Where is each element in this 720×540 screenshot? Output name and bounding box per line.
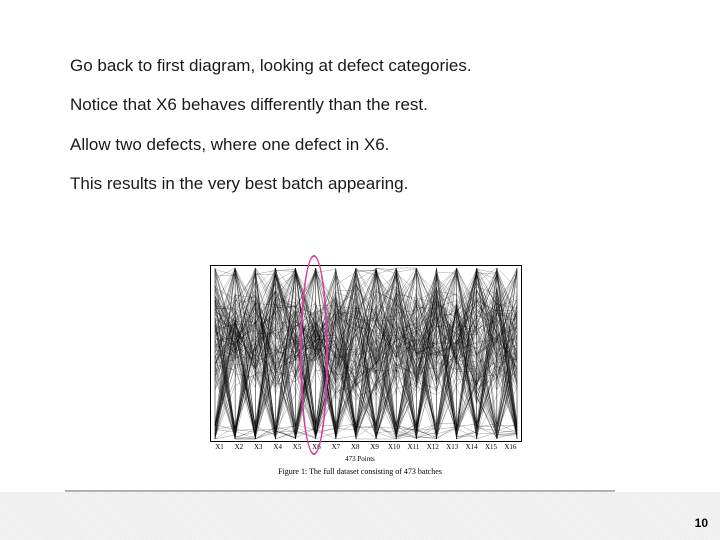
slide: Go back to first diagram, looking at def…	[0, 0, 720, 540]
axis-tick-label: X1	[210, 443, 229, 455]
axis-tick-label: X3	[249, 443, 268, 455]
footer-background	[0, 492, 720, 540]
axis-tick-label: X14	[462, 443, 481, 455]
axis-labels: X1X2X3X4X5X6X7X8X9X10X11X12X13X14X15X16	[210, 443, 520, 455]
axis-tick-label: X2	[229, 443, 248, 455]
axis-tick-label: X10	[385, 443, 404, 455]
paragraph-4: This results in the very best batch appe…	[70, 173, 650, 194]
paragraph-2: Notice that X6 behaves differently than …	[70, 94, 650, 115]
axis-tick-label: X9	[365, 443, 384, 455]
axis-tick-label: X8	[346, 443, 365, 455]
paragraph-1: Go back to first diagram, looking at def…	[70, 55, 650, 76]
axis-tick-label: X11	[404, 443, 423, 455]
axis-tick-label: X4	[268, 443, 287, 455]
highlight-oval	[300, 255, 328, 455]
paragraph-3: Allow two defects, where one defect in X…	[70, 134, 650, 155]
content-block: Go back to first diagram, looking at def…	[0, 0, 720, 194]
axis-tick-label: X15	[481, 443, 500, 455]
axis-tick-label: X12	[423, 443, 442, 455]
axis-tick-label: X7	[326, 443, 345, 455]
parallel-lines-svg	[211, 266, 521, 441]
page-number: 10	[695, 516, 708, 530]
figure-caption: Figure 1: The full dataset consisting of…	[160, 467, 560, 476]
axis-tick-label: X13	[443, 443, 462, 455]
axis-tick-label: X5	[288, 443, 307, 455]
figure-subcaption: 473 Points	[160, 455, 560, 463]
plot-area	[210, 265, 522, 442]
parallel-coords-figure: X1X2X3X4X5X6X7X8X9X10X11X12X13X14X15X16 …	[160, 255, 560, 475]
axis-tick-label: X16	[501, 443, 520, 455]
